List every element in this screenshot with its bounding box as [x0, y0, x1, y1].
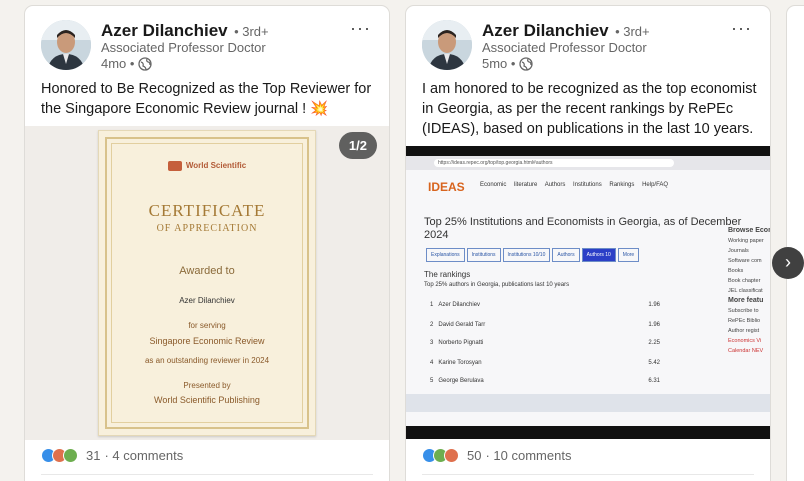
divider — [422, 474, 754, 475]
award-reason: as an outstanding reviewer in 2024 — [144, 356, 270, 365]
celebrate-icon — [63, 448, 78, 463]
image-counter: 1/2 — [338, 132, 377, 159]
recipient-name: Azer Dilanchiev — [179, 296, 235, 305]
author-name[interactable]: Azer Dilanchiev — [482, 21, 609, 40]
ideas-tab: Institutions — [466, 248, 501, 262]
ideas-tabs: Explanations Institutions Institutions 1… — [426, 248, 640, 262]
ranking-row: 1 Azer Dilanchiev 1.96 — [430, 302, 660, 308]
globe-icon — [519, 56, 534, 71]
post-time: 4mo • — [101, 56, 135, 71]
ranking-row: 3 Norberto Pignatti 2.25 — [430, 340, 660, 346]
social-counts[interactable]: 31 · 4 comments — [41, 448, 183, 463]
reaction-count[interactable]: 31 — [86, 448, 100, 463]
social-counts[interactable]: 50 · 10 comments — [422, 448, 571, 463]
author-headline: Associated Professor Doctor — [101, 40, 266, 55]
ideas-tab: Authors — [552, 248, 580, 262]
certificate-image: World Scientific CERTIFICATE OF APPRECIA… — [98, 130, 316, 436]
avatar[interactable] — [422, 20, 472, 70]
ideas-sidebar: Browse Econ Working paper Journals Softw… — [728, 227, 770, 354]
ranking-row: 5 George Berulava 6.31 — [430, 378, 660, 384]
chevron-right-icon[interactable]: › — [772, 247, 804, 279]
taskbar — [406, 394, 770, 412]
rankings-title: The rankings — [424, 270, 471, 279]
ranking-row: 2 David Gerald Tarr 1.96 — [430, 322, 660, 328]
reaction-count[interactable]: 50 — [467, 448, 481, 463]
post-card: Azer Dilanchiev • 3rd+ Associated Profes… — [405, 5, 771, 481]
presenter-name: World Scientific Publishing — [154, 395, 260, 405]
awarded-label: Awarded to — [179, 265, 235, 277]
publisher-logo: World Scientific — [99, 161, 315, 171]
post-meta: 4mo • — [101, 56, 153, 71]
post-time: 5mo • — [482, 56, 516, 71]
reaction-icons — [422, 448, 459, 463]
post-text: Honored to Be Recognized as the Top Revi… — [41, 81, 372, 117]
journal-name: Singapore Economic Review — [149, 336, 265, 346]
author-name[interactable]: Azer Dilanchiev — [101, 21, 228, 40]
author-row: Azer Dilanchiev • 3rd+ — [101, 21, 269, 41]
ideas-tab: More — [617, 248, 640, 262]
ideas-logo: IDEAS — [428, 180, 465, 194]
post-image[interactable]: World Scientific CERTIFICATE OF APPRECIA… — [25, 126, 389, 440]
author-headline: Associated Professor Doctor — [482, 40, 647, 55]
connection-degree: • 3rd+ — [615, 24, 650, 39]
reaction-icons — [41, 448, 78, 463]
ideas-tab: Explanations — [426, 248, 465, 262]
post-meta: 5mo • — [482, 56, 534, 71]
globe-icon — [138, 56, 153, 71]
post-image[interactable]: https://ideas.repec.org/top/top.georgia.… — [406, 146, 770, 439]
comment-count[interactable]: · 4 comments — [104, 448, 183, 463]
author-row: Azer Dilanchiev • 3rd+ — [482, 21, 650, 41]
post-text: I am honored to be recognized as the top… — [422, 81, 757, 137]
browser-bar: https://ideas.repec.org/top/top.georgia.… — [406, 156, 770, 170]
more-options-icon[interactable]: ··· — [731, 18, 752, 39]
certificate-title: CERTIFICATE — [148, 201, 266, 220]
for-label: for serving — [188, 321, 226, 330]
more-options-icon[interactable]: ··· — [350, 18, 371, 39]
presented-label: Presented by — [183, 381, 231, 390]
post-card: Azer Dilanchiev • 3rd+ Associated Profes… — [24, 5, 390, 481]
rankings-subtitle: Top 25% authors in Georgia, publications… — [424, 282, 570, 288]
ideas-tab: Institutions 10/10 — [502, 248, 551, 262]
ideas-tab-active: Authors 10 — [581, 248, 616, 262]
certificate-subtitle: OF APPRECIATION — [156, 223, 258, 234]
ideas-screenshot: https://ideas.repec.org/top/top.georgia.… — [406, 156, 770, 426]
love-icon — [444, 448, 459, 463]
post-card-partial — [786, 5, 804, 481]
ideas-heading: Top 25% Institutions and Economists in G… — [424, 216, 742, 241]
comment-count[interactable]: · 10 comments — [485, 448, 571, 463]
avatar[interactable] — [41, 20, 91, 70]
browser-url: https://ideas.repec.org/top/top.georgia.… — [434, 159, 674, 167]
ideas-nav: Economic literature Authors Institutions… — [480, 182, 669, 188]
connection-degree: • 3rd+ — [234, 24, 269, 39]
divider — [41, 474, 373, 475]
ranking-row: 4 Karine Torosyan 5.42 — [430, 360, 660, 366]
